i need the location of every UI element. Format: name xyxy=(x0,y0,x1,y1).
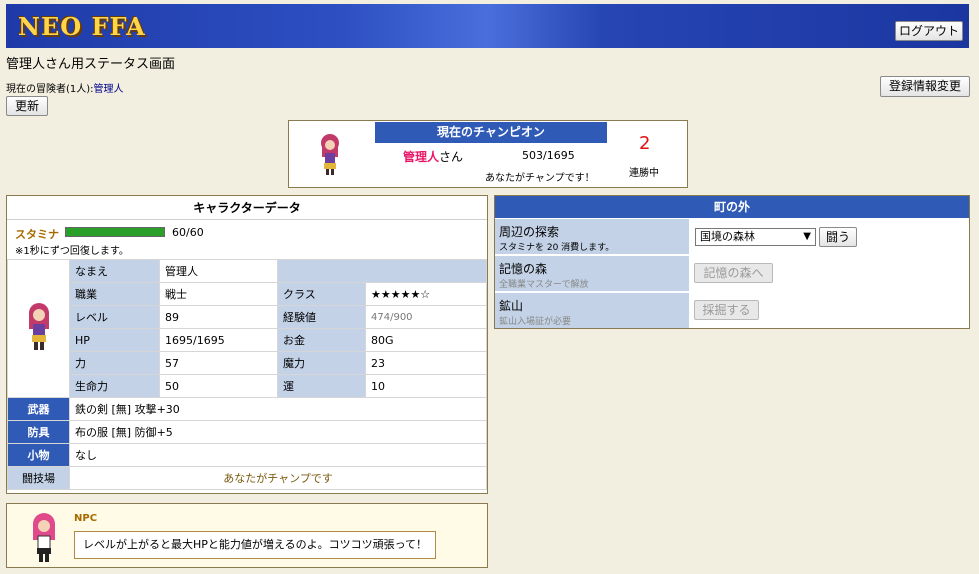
stat-class-value: ★★★★★☆ xyxy=(365,282,487,306)
stat-name-value: 管理人 xyxy=(159,259,278,283)
champion-streak-label: 連勝中 xyxy=(629,168,659,179)
stat-level-value: 89 xyxy=(159,305,278,329)
explore-area-select[interactable]: 国境の森林 ▼ xyxy=(695,228,816,246)
stats-table: なまえ 管理人 職業 戦士 クラス ★★★★★☆ レベル 89 経験値 474/… xyxy=(7,259,487,490)
refresh-button[interactable]: 更新 xyxy=(6,96,48,116)
stat-exp-key: 経験値 xyxy=(277,305,366,329)
explore-area-select-value: 国境の森林 xyxy=(700,230,755,243)
stat-str-key: 力 xyxy=(69,351,160,375)
stamina-label: スタミナ xyxy=(15,226,59,242)
adventurer-link[interactable]: 管理人 xyxy=(94,84,124,95)
stat-vit-value: 50 xyxy=(159,374,278,398)
stat-mag-value: 23 xyxy=(365,351,487,375)
champion-you-text: あなたがチャンプです！ xyxy=(485,173,595,184)
site-logo: NEO FFA xyxy=(18,12,146,41)
champion-name-suffix: さん xyxy=(439,150,464,164)
fight-button[interactable]: 闘う xyxy=(819,227,857,247)
header-banner: NEO FFA ログアウト xyxy=(6,4,969,48)
equip-item-value: なし xyxy=(69,443,487,467)
explore-row: 周辺の探索 スタミナを 20 消費します。 国境の森林 ▼ 闘う xyxy=(495,218,969,254)
stamina-note: ※1秒にずつ回復します。 xyxy=(15,246,129,257)
equip-weapon-key: 武器 xyxy=(7,397,70,421)
npc-sprite-icon xyxy=(33,513,55,562)
chevron-down-icon: ▼ xyxy=(803,231,811,242)
equip-weapon-value: 鉄の剣 [無] 攻撃+30 xyxy=(69,397,487,421)
stamina-bar xyxy=(65,227,165,237)
champion-name-text: 管理人 xyxy=(403,150,440,164)
stat-mag-key: 魔力 xyxy=(277,351,366,375)
stamina-value: 60/60 xyxy=(172,226,204,239)
stat-job-value: 戦士 xyxy=(159,282,278,306)
memory-row: 記憶の森 全職業マスターで解放 記憶の森へ xyxy=(495,255,969,291)
stat-exp-value: 474/900 xyxy=(365,305,487,329)
stamina-label-text: スタミナ xyxy=(15,228,59,241)
stat-name-blank xyxy=(277,259,487,283)
stat-str-value: 57 xyxy=(159,351,278,375)
stat-gold-key: お金 xyxy=(277,328,366,352)
champion-sprite-icon xyxy=(321,134,339,175)
npc-box: NPC レベルが上がると最大HPと能力値が増えるのよ。コツコツ頑張って！ xyxy=(6,503,488,568)
champion-streak: 2 xyxy=(639,133,651,154)
stat-gold-value: 80G xyxy=(365,328,487,352)
stat-job-key: 職業 xyxy=(69,282,160,306)
town-heading: 町の外 xyxy=(495,196,969,218)
mine-title: 鉱山 xyxy=(499,299,524,313)
arena-value: あなたがチャンプです xyxy=(69,466,487,490)
stat-luck-key: 運 xyxy=(277,374,366,398)
stat-name-key: なまえ xyxy=(69,259,160,283)
stat-level-key: レベル xyxy=(69,305,160,329)
explore-sub: スタミナを 20 消費します。 xyxy=(499,243,615,253)
edit-info-button[interactable]: 登録情報変更 xyxy=(880,76,970,97)
arena-key: 闘技場 xyxy=(7,466,70,490)
character-panel: キャラクターデータ スタミナ 60/60 ※1秒にずつ回復します。 なまえ 管理… xyxy=(6,195,488,494)
equip-armor-key: 防具 xyxy=(7,420,70,444)
mine-button[interactable]: 採掘する xyxy=(694,300,759,320)
character-heading: キャラクターデータ xyxy=(7,196,487,220)
explore-info: 周辺の探索 スタミナを 20 消費します。 xyxy=(495,219,689,254)
logout-button[interactable]: ログアウト xyxy=(895,21,963,41)
stat-luck-value: 10 xyxy=(365,374,487,398)
stamina-fill xyxy=(66,228,164,236)
memory-forest-button[interactable]: 記憶の森へ xyxy=(694,263,773,283)
champion-name: 管理人さん xyxy=(403,148,463,165)
explore-title: 周辺の探索 xyxy=(499,225,560,239)
character-sprite-icon xyxy=(28,303,49,350)
npc-message: レベルが上がると最大HPと能力値が増えるのよ。コツコツ頑張って！ xyxy=(74,531,436,559)
equip-armor-value: 布の服 [無] 防御+5 xyxy=(69,420,487,444)
page-title: 管理人さん用ステータス画面 xyxy=(6,57,176,72)
champion-box: 現在のチャンピオン 管理人さん 503/1695 あなたがチャンプです！ 2 連… xyxy=(288,120,688,188)
mine-sub: 鉱山入場証が必要 xyxy=(499,317,572,327)
champion-hp: 503/1695 xyxy=(522,149,575,162)
npc-label: NPC xyxy=(74,513,98,524)
champion-heading: 現在のチャンピオン xyxy=(375,122,607,143)
equip-item-key: 小物 xyxy=(7,443,70,467)
adventurer-count: 現在の冒険者(1人):管理人 xyxy=(6,80,124,95)
character-portrait xyxy=(7,259,70,398)
stat-hp-key: HP xyxy=(69,328,160,352)
memory-sub: 全職業マスターで解放 xyxy=(499,280,589,290)
mine-info: 鉱山 鉱山入場証が必要 xyxy=(495,293,689,328)
mine-row: 鉱山 鉱山入場証が必要 採掘する xyxy=(495,292,969,328)
stat-hp-value: 1695/1695 xyxy=(159,328,278,352)
adventurers-label: 現在の冒険者(1人): xyxy=(6,84,94,95)
stat-vit-key: 生命力 xyxy=(69,374,160,398)
stat-class-key: クラス xyxy=(277,282,366,306)
memory-info: 記憶の森 全職業マスターで解放 xyxy=(495,256,689,291)
town-panel: 町の外 周辺の探索 スタミナを 20 消費します。 国境の森林 ▼ 闘う 記憶の… xyxy=(494,195,970,329)
memory-title: 記憶の森 xyxy=(499,262,548,276)
